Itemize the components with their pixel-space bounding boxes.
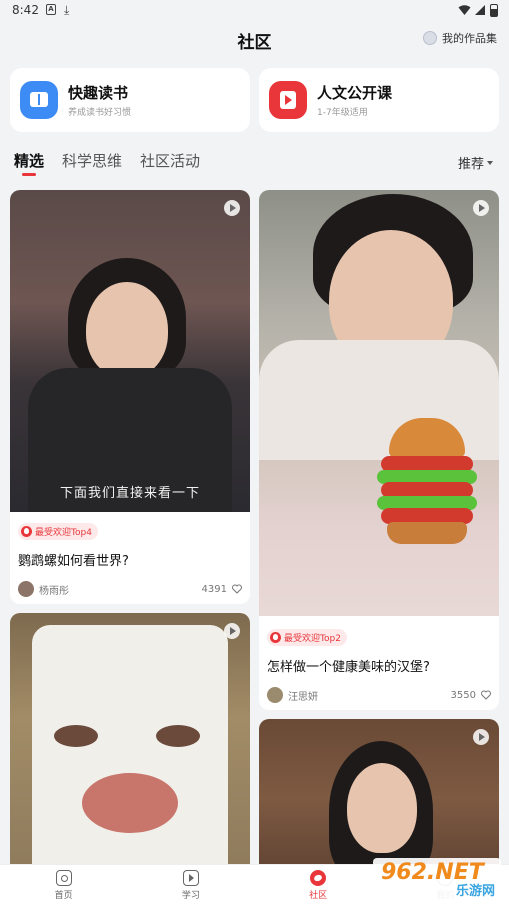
category-tabs: 精选 科学思维 社区活动 bbox=[14, 150, 200, 176]
sort-dropdown[interactable]: 推荐 bbox=[458, 153, 493, 172]
heart-icon bbox=[481, 690, 491, 700]
tab-featured[interactable]: 精选 bbox=[14, 150, 45, 176]
card-title: 怎样做一个健康美味的汉堡? bbox=[267, 660, 430, 675]
my-works-link[interactable]: 我的作品集 bbox=[423, 30, 497, 46]
like-count[interactable]: 3550 bbox=[451, 690, 491, 701]
video-play-icon bbox=[473, 200, 489, 216]
a-notification-icon: A bbox=[46, 4, 56, 15]
video-thumbnail bbox=[10, 613, 250, 873]
video-thumbnail: 下面我们直接来看一下 bbox=[10, 190, 250, 512]
author-name: 杨雨彤 bbox=[39, 585, 69, 597]
book-icon bbox=[20, 81, 58, 119]
card-title: 鹦鹉螺如何看世界? bbox=[18, 554, 129, 569]
video-thumbnail bbox=[259, 719, 499, 879]
watermark-sub: 乐游网 bbox=[455, 884, 495, 899]
card-info: 最受欢迎Top4 鹦鹉螺如何看世界? 杨雨彤 4391 bbox=[10, 522, 250, 597]
site-watermark: 962.NET 乐游网 bbox=[373, 858, 501, 902]
likes-value: 3550 bbox=[450, 689, 476, 701]
video-subtitle: 下面我们直接来看一下 bbox=[59, 486, 200, 501]
active-tab-indicator bbox=[22, 173, 36, 176]
badge-label: 最受欢迎Top4 bbox=[35, 528, 92, 538]
right-eye bbox=[156, 725, 200, 747]
my-works-label: 我的作品集 bbox=[442, 32, 497, 45]
left-eye bbox=[54, 725, 98, 747]
nav-study[interactable]: 学习 bbox=[127, 865, 254, 906]
fire-icon bbox=[21, 526, 32, 537]
tab-activities[interactable]: 社区活动 bbox=[140, 150, 200, 171]
video-play-icon bbox=[224, 200, 240, 216]
child-face bbox=[347, 763, 417, 853]
status-time: 8:42 bbox=[12, 3, 39, 17]
feature-title: 快趣读书 bbox=[68, 84, 129, 102]
mouth bbox=[82, 773, 178, 833]
video-play-icon bbox=[224, 623, 240, 639]
video-card[interactable] bbox=[10, 613, 250, 873]
nav-community[interactable]: 社区 bbox=[255, 865, 382, 906]
sort-label: 推荐 bbox=[457, 157, 484, 172]
video-play-icon bbox=[473, 729, 489, 745]
card-info: 最受欢迎Top2 怎样做一个健康美味的汉堡? 汪思妍 3550 bbox=[259, 628, 499, 703]
wifi-icon bbox=[458, 5, 471, 15]
toy-burger bbox=[377, 418, 477, 548]
paper-cup bbox=[32, 625, 228, 873]
nav-label: 首页 bbox=[54, 891, 73, 901]
avatar-icon bbox=[423, 31, 437, 45]
child-face bbox=[86, 282, 168, 378]
author-avatar bbox=[267, 687, 283, 703]
battery-icon bbox=[490, 4, 498, 17]
signal-icon bbox=[475, 5, 485, 15]
card-meta: 杨雨彤 4391 bbox=[18, 581, 242, 597]
badge-label: 最受欢迎Top2 bbox=[284, 634, 341, 644]
video-card[interactable] bbox=[259, 719, 499, 879]
play-icon bbox=[269, 81, 307, 119]
community-icon bbox=[310, 870, 327, 886]
popularity-badge: 最受欢迎Top4 bbox=[18, 523, 98, 540]
tab-science[interactable]: 科学思维 bbox=[62, 150, 122, 171]
like-count[interactable]: 4391 bbox=[202, 584, 242, 595]
author-avatar bbox=[18, 581, 34, 597]
feature-title: 人文公开课 bbox=[317, 84, 393, 102]
nav-home[interactable]: 首页 bbox=[0, 865, 127, 906]
home-icon bbox=[55, 870, 72, 886]
popularity-badge: 最受欢迎Top2 bbox=[267, 629, 347, 646]
video-card[interactable]: 下面我们直接来看一下 最受欢迎Top4 鹦鹉螺如何看世界? 杨雨彤 4391 bbox=[10, 190, 250, 604]
fire-icon bbox=[270, 632, 281, 643]
feature-subtitle: 1-7年级适用 bbox=[317, 108, 368, 118]
tab-label: 精选 bbox=[14, 152, 45, 170]
video-thumbnail bbox=[259, 190, 499, 616]
card-meta: 汪思妍 3550 bbox=[267, 687, 491, 703]
feature-card-humanities[interactable]: 人文公开课 1-7年级适用 bbox=[259, 68, 499, 132]
author-name: 汪思妍 bbox=[288, 691, 318, 703]
nav-label: 学习 bbox=[181, 891, 200, 901]
feature-subtitle: 养成读书好习惯 bbox=[68, 108, 132, 118]
study-play-icon bbox=[182, 870, 199, 886]
caret-down-icon bbox=[487, 160, 493, 165]
download-icon: ⤓ bbox=[64, 3, 70, 17]
status-bar: 8:42 A ⤓ bbox=[0, 0, 509, 22]
nav-label: 社区 bbox=[309, 891, 328, 901]
video-card[interactable]: 最受欢迎Top2 怎样做一个健康美味的汉堡? 汪思妍 3550 bbox=[259, 190, 499, 710]
likes-value: 4391 bbox=[201, 583, 227, 595]
feature-card-reading[interactable]: 快趣读书 养成读书好习惯 bbox=[10, 68, 250, 132]
heart-icon bbox=[232, 584, 242, 594]
